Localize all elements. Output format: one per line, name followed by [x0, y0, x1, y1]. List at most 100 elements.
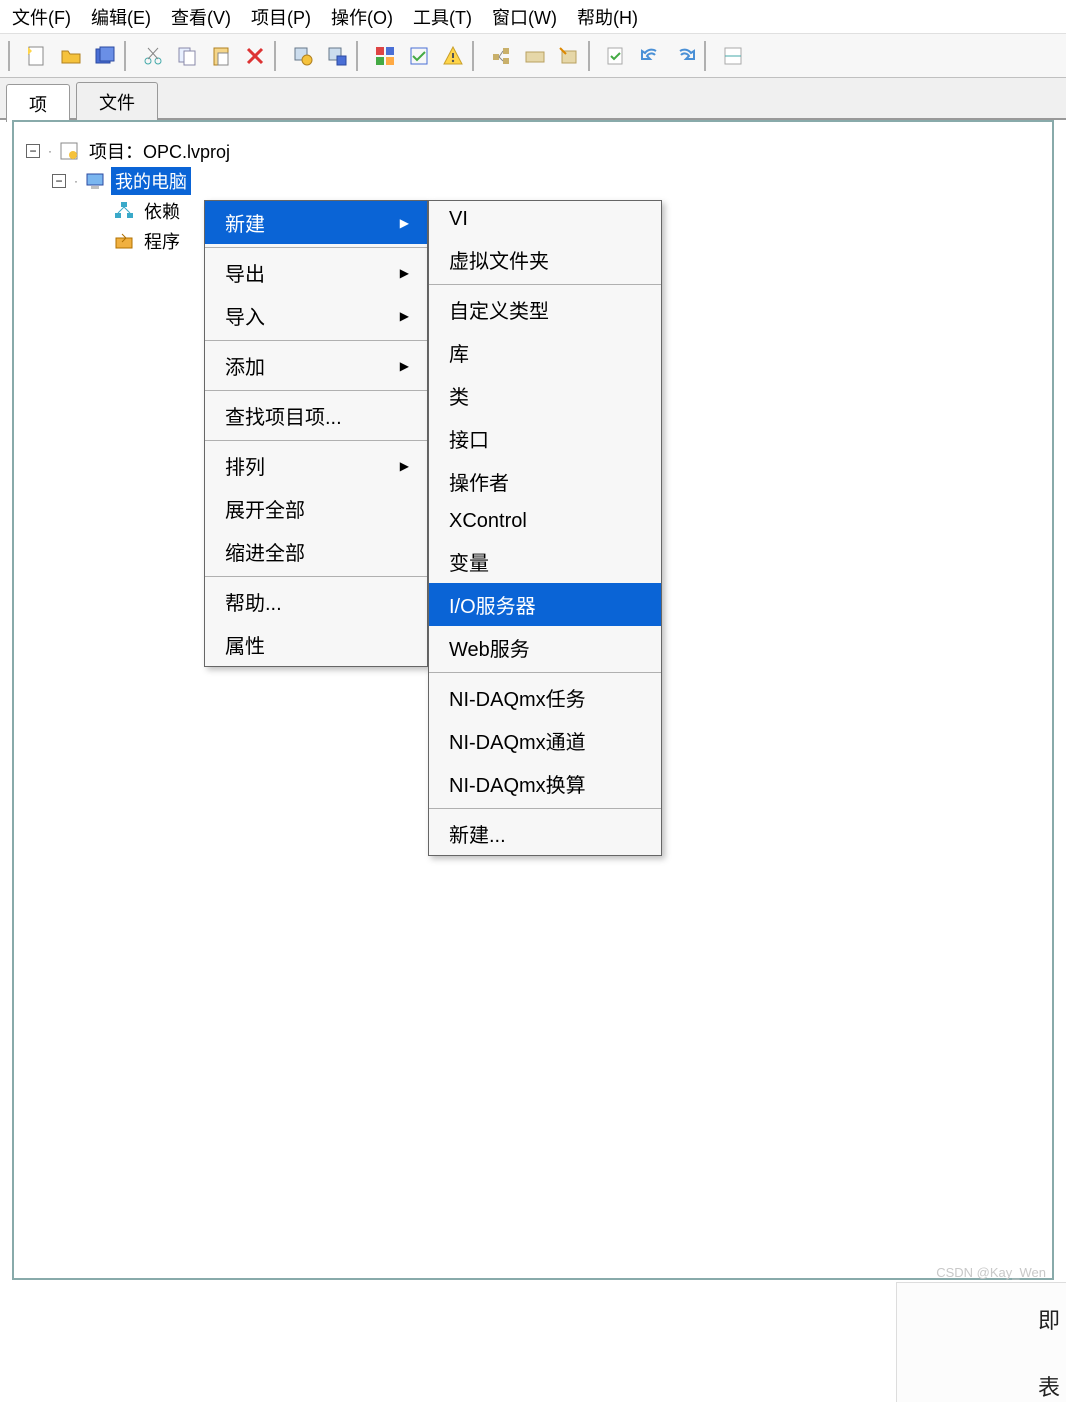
- warning-icon[interactable]: [438, 41, 468, 71]
- menu-separator: [205, 390, 427, 391]
- sub-item-ni-daqmx-scale[interactable]: NI-DAQmx换算: [429, 762, 661, 805]
- tree-build-specs-label: 程序: [140, 227, 184, 255]
- tab-project[interactable]: 项: [6, 84, 70, 122]
- context-menu: 新建 ▶ 导出 ▶ 导入 ▶ 添加 ▶ 查找项目项... 排列 ▶ 展开全部 缩…: [204, 200, 428, 667]
- delete-icon[interactable]: [240, 41, 270, 71]
- ctx-item-label: 虚拟文件夹: [449, 245, 549, 274]
- ctx-item-label: NI-DAQmx通道: [449, 726, 586, 755]
- toolbar-separator: [704, 41, 712, 71]
- open-folder-icon[interactable]: [56, 41, 86, 71]
- submenu-arrow-icon: ▶: [400, 309, 409, 323]
- misc-icon[interactable]: [718, 41, 748, 71]
- ctx-item-label: 展开全部: [225, 494, 305, 523]
- ctx-item-label: 新建: [225, 208, 265, 237]
- ctx-item-label: 接口: [449, 424, 489, 453]
- ctx-item-find-project-items[interactable]: 查找项目项...: [205, 394, 427, 437]
- tree-root-row[interactable]: − · 项目：OPC.lvproj: [22, 136, 1044, 166]
- sub-item-class[interactable]: 类: [429, 374, 661, 417]
- collapse-icon[interactable]: −: [52, 174, 66, 188]
- toolbar-separator: [274, 41, 282, 71]
- tab-files[interactable]: 文件: [76, 82, 158, 120]
- ctx-item-label: 排列: [225, 451, 265, 480]
- menu-separator: [205, 247, 427, 248]
- dependency-a-icon[interactable]: [486, 41, 516, 71]
- menu-separator: [205, 440, 427, 441]
- menu-window[interactable]: 窗口(W): [492, 4, 557, 30]
- menu-file[interactable]: 文件(F): [12, 4, 71, 30]
- side-panel-text-1: 即: [897, 1303, 1060, 1335]
- tree-dependencies-label: 依赖: [140, 197, 184, 225]
- collapse-icon[interactable]: −: [26, 144, 40, 158]
- menu-project[interactable]: 项目(P): [251, 4, 311, 30]
- ctx-item-label: I/O服务器: [449, 590, 536, 619]
- ctx-item-arrange[interactable]: 排列 ▶: [205, 444, 427, 487]
- sub-item-ni-daqmx-channel[interactable]: NI-DAQmx通道: [429, 719, 661, 762]
- submenu-arrow-icon: ▶: [400, 459, 409, 473]
- ctx-item-label: XControl: [449, 510, 527, 533]
- computer-icon: [85, 171, 105, 191]
- ctx-item-add[interactable]: 添加 ▶: [205, 344, 427, 387]
- menu-edit[interactable]: 编辑(E): [91, 4, 151, 30]
- dependencies-icon: [114, 201, 134, 221]
- cut-icon[interactable]: [138, 41, 168, 71]
- config-gear-a-icon[interactable]: [288, 41, 318, 71]
- tree-my-computer-row[interactable]: − · 我的电脑: [22, 166, 1044, 196]
- ctx-item-label: 缩进全部: [225, 537, 305, 566]
- ctx-item-help[interactable]: 帮助...: [205, 580, 427, 623]
- menu-separator: [429, 808, 661, 809]
- sub-item-library[interactable]: 库: [429, 331, 661, 374]
- sub-item-ni-daqmx-task[interactable]: NI-DAQmx任务: [429, 676, 661, 719]
- submenu-arrow-icon: ▶: [400, 266, 409, 280]
- sub-item-interface[interactable]: 接口: [429, 417, 661, 460]
- sub-item-actor[interactable]: 操作者: [429, 460, 661, 503]
- save-all-icon[interactable]: [90, 41, 120, 71]
- menu-help[interactable]: 帮助(H): [577, 4, 638, 30]
- sub-item-xcontrol[interactable]: XControl: [429, 503, 661, 540]
- dependency-c-icon[interactable]: [554, 41, 584, 71]
- context-submenu-new: VI 虚拟文件夹 自定义类型 库 类 接口 操作者 XControl 变量 I/…: [428, 200, 662, 856]
- toolbar-separator: [8, 41, 16, 71]
- ctx-item-label: 库: [449, 338, 469, 367]
- ctx-item-export[interactable]: 导出 ▶: [205, 251, 427, 294]
- ctx-item-label: 自定义类型: [449, 295, 549, 324]
- sub-item-custom-type[interactable]: 自定义类型: [429, 288, 661, 331]
- sub-item-virtual-folder[interactable]: 虚拟文件夹: [429, 238, 661, 281]
- menu-operate[interactable]: 操作(O): [331, 4, 393, 30]
- dependency-b-icon[interactable]: [520, 41, 550, 71]
- toolbar: [0, 34, 1066, 78]
- menu-separator: [205, 340, 427, 341]
- redo-icon[interactable]: [670, 41, 700, 71]
- ctx-item-label: 添加: [225, 351, 265, 380]
- ctx-item-expand-all[interactable]: 展开全部: [205, 487, 427, 530]
- ctx-item-new[interactable]: 新建 ▶: [205, 201, 427, 244]
- toolbar-separator: [356, 41, 364, 71]
- ctx-item-label: NI-DAQmx换算: [449, 769, 586, 798]
- copy-icon[interactable]: [172, 41, 202, 71]
- ctx-item-properties[interactable]: 属性: [205, 623, 427, 666]
- menu-separator: [429, 284, 661, 285]
- project-icon: [59, 141, 79, 161]
- tree-root-label: 项目：OPC.lvproj: [85, 137, 234, 165]
- ctx-item-label: 查找项目项...: [225, 401, 342, 430]
- sub-item-io-server[interactable]: I/O服务器: [429, 583, 661, 626]
- palette-icon[interactable]: [370, 41, 400, 71]
- sub-item-web-service[interactable]: Web服务: [429, 626, 661, 669]
- sub-item-variable[interactable]: 变量: [429, 540, 661, 583]
- paste-icon[interactable]: [206, 41, 236, 71]
- toolbar-separator: [588, 41, 596, 71]
- menu-separator: [429, 672, 661, 673]
- ctx-item-collapse-all[interactable]: 缩进全部: [205, 530, 427, 573]
- sub-item-vi[interactable]: VI: [429, 201, 661, 238]
- toolbar-separator: [124, 41, 132, 71]
- menu-view[interactable]: 查看(V): [171, 4, 231, 30]
- config-gear-b-icon[interactable]: [322, 41, 352, 71]
- tree-connector-icon: ·: [48, 144, 51, 158]
- new-file-icon[interactable]: [22, 41, 52, 71]
- run-check-icon[interactable]: [602, 41, 632, 71]
- resolve-icon[interactable]: [404, 41, 434, 71]
- sub-item-new-more[interactable]: 新建...: [429, 812, 661, 855]
- ctx-item-import[interactable]: 导入 ▶: [205, 294, 427, 337]
- ctx-item-label: NI-DAQmx任务: [449, 683, 586, 712]
- menu-tools[interactable]: 工具(T): [413, 4, 472, 30]
- undo-icon[interactable]: [636, 41, 666, 71]
